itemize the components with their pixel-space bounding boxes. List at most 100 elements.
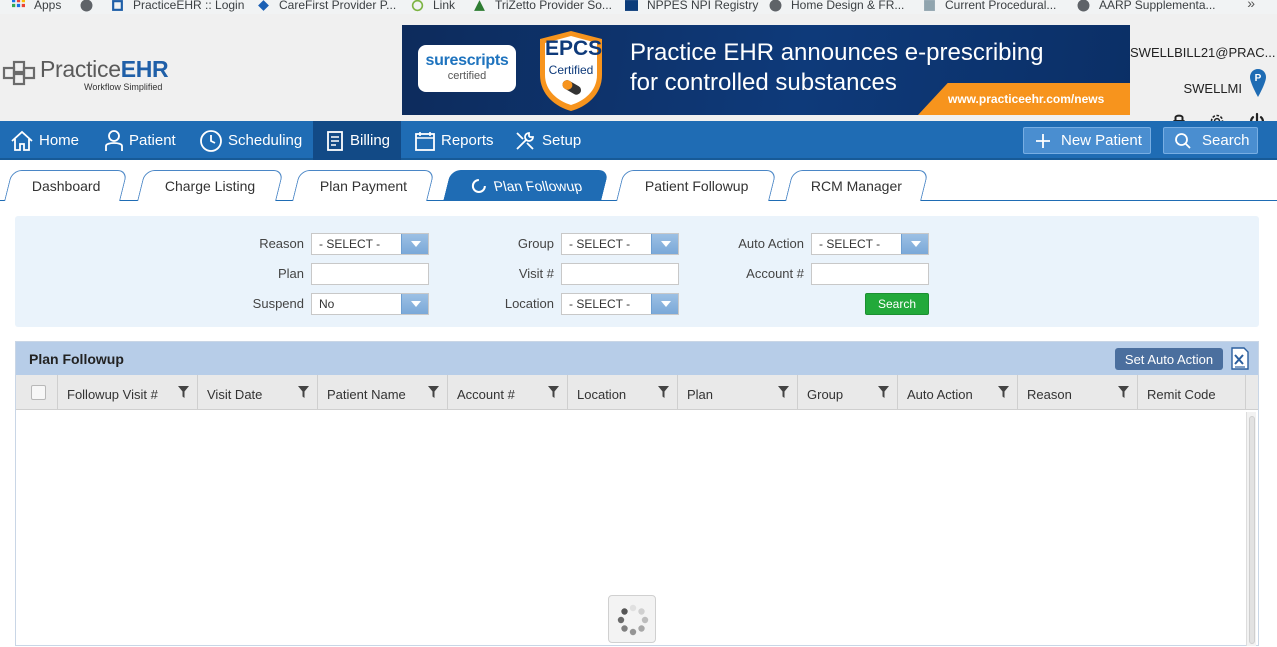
- filter-search-button[interactable]: Search: [865, 293, 929, 315]
- group-select[interactable]: - SELECT -: [561, 233, 679, 255]
- col-group[interactable]: Group: [798, 375, 898, 410]
- col-reason[interactable]: Reason: [1018, 375, 1138, 410]
- col-followup-visit[interactable]: Followup Visit #: [58, 375, 198, 410]
- home-icon: [11, 130, 33, 151]
- location-select[interactable]: - SELECT -: [561, 293, 679, 315]
- logo-text: PracticeEHR: [40, 56, 169, 82]
- chevron-down-icon[interactable]: [401, 234, 428, 254]
- filter-icon[interactable]: [998, 386, 1009, 398]
- col-remit-code[interactable]: Remit Code: [1138, 375, 1246, 410]
- chevron-down-icon[interactable]: [901, 234, 928, 254]
- col-auto-action[interactable]: Auto Action: [898, 375, 1018, 410]
- tab-patient-followup[interactable]: Patient Followup: [616, 170, 777, 201]
- col-plan[interactable]: Plan: [678, 375, 798, 410]
- chevron-down-icon[interactable]: [651, 294, 678, 314]
- banner-headline-1: Practice EHR announces e-prescribing: [630, 39, 1044, 66]
- bookmark-label: NPPES NPI Registry: [647, 0, 759, 12]
- user-icon: [105, 129, 123, 151]
- logo-tagline: Workflow Simplified: [84, 82, 163, 92]
- filter-icon[interactable]: [1118, 386, 1129, 398]
- tab-dashboard[interactable]: Dashboard: [4, 170, 128, 201]
- nav-label: Billing: [350, 132, 391, 149]
- bookmark-trizetto[interactable]: TriZetto Provider So...: [473, 0, 612, 14]
- filter-icon[interactable]: [658, 386, 669, 398]
- visit-input[interactable]: [561, 263, 679, 285]
- nav-label: Home: [39, 132, 80, 149]
- location-pin-icon[interactable]: P: [1249, 68, 1267, 98]
- suspend-label: Suspend: [252, 296, 304, 311]
- trizetto-icon: [474, 0, 485, 11]
- col-patient-name[interactable]: Patient Name: [318, 375, 448, 410]
- nav-label: Setup: [542, 132, 582, 149]
- logo-mark-icon: [2, 60, 36, 86]
- epcs-announcement-banner[interactable]: surescripts certified EPCS Certified Pra…: [402, 25, 1130, 115]
- reason-label: Reason: [259, 236, 304, 251]
- nav-setup[interactable]: Setup: [513, 121, 581, 160]
- tab-plan-payment[interactable]: Plan Payment: [292, 170, 435, 201]
- search-label: Search: [1202, 132, 1250, 149]
- surescripts-badge: surescripts certified: [418, 45, 516, 92]
- col-visit-date[interactable]: Visit Date: [198, 375, 318, 410]
- chevron-down-icon[interactable]: [651, 234, 678, 254]
- nav-reports[interactable]: Reports: [414, 121, 494, 160]
- surescripts-wordmark: surescripts: [425, 52, 509, 69]
- account-input[interactable]: [811, 263, 929, 285]
- grid-scrollbar[interactable]: [1246, 412, 1256, 646]
- nav-scheduling[interactable]: Scheduling: [199, 121, 302, 160]
- practiceehr-icon: [112, 0, 123, 11]
- nav-patient[interactable]: Patient: [104, 121, 176, 160]
- filter-icon[interactable]: [178, 386, 189, 398]
- user-name[interactable]: SWELLMI: [1183, 81, 1242, 96]
- col-location[interactable]: Location: [568, 375, 678, 410]
- filter-icon[interactable]: [878, 386, 889, 398]
- new-patient-button[interactable]: New Patient: [1023, 127, 1151, 154]
- search-icon: [1175, 132, 1191, 149]
- excel-export-icon[interactable]: [1230, 347, 1250, 370]
- calendar-icon: [415, 131, 435, 151]
- plan-input[interactable]: [311, 263, 429, 285]
- tab-charge-listing[interactable]: Charge Listing: [137, 170, 284, 201]
- link-icon: [411, 0, 424, 11]
- select-all-checkbox[interactable]: [31, 385, 46, 400]
- reason-select[interactable]: - SELECT -: [311, 233, 429, 255]
- filter-panel: Reason - SELECT - Plan Suspend No Group …: [15, 216, 1259, 327]
- bookmark-link[interactable]: Link: [411, 0, 455, 14]
- scrollbar-thumb[interactable]: [1249, 416, 1255, 644]
- search-button[interactable]: Search: [1163, 127, 1258, 154]
- user-panel: SWELLBILL21@PRAC... SWELLMI P: [1130, 28, 1277, 135]
- filter-icon[interactable]: [428, 386, 439, 398]
- suspend-select[interactable]: No: [311, 293, 429, 315]
- bookmark-label: Apps: [34, 0, 62, 12]
- nav-home[interactable]: Home: [10, 121, 79, 160]
- tab-label: Plan Followup: [491, 178, 584, 194]
- auto-action-select[interactable]: - SELECT -: [811, 233, 929, 255]
- bookmark-aarp[interactable]: AARP Supplementa...: [1077, 0, 1216, 14]
- nav-label: Scheduling: [228, 132, 303, 149]
- user-email: SWELLBILL21@PRAC...: [1130, 45, 1276, 60]
- filter-icon[interactable]: [778, 386, 789, 398]
- bookmark-practiceehr[interactable]: PracticeEHR :: Login: [111, 0, 244, 14]
- tab-rcm-manager[interactable]: RCM Manager: [785, 170, 929, 201]
- chevron-down-icon[interactable]: [401, 294, 428, 314]
- billing-tabs: Dashboard Charge Listing Plan Payment Pl…: [0, 162, 1277, 201]
- bookmark-home-design[interactable]: Home Design & FR...: [769, 0, 904, 14]
- practiceehr-logo[interactable]: PracticeEHR Workflow Simplified: [2, 56, 182, 92]
- pin-letter: P: [1255, 73, 1262, 84]
- filter-icon[interactable]: [548, 386, 559, 398]
- filter-icon[interactable]: [298, 386, 309, 398]
- bookmark-label: Link: [433, 0, 456, 12]
- location-label: Location: [504, 296, 554, 311]
- bookmark-apps[interactable]: Apps: [12, 0, 61, 14]
- col-account[interactable]: Account #: [448, 375, 568, 410]
- tab-plan-followup[interactable]: Plan Followup: [443, 170, 609, 201]
- bookmark-label: PracticeEHR :: Login: [133, 0, 245, 12]
- set-auto-action-button[interactable]: Set Auto Action: [1115, 348, 1223, 370]
- loading-spinner: [608, 595, 656, 643]
- bookmark-carefirst[interactable]: CareFirst Provider P...: [257, 0, 396, 14]
- bookmark-nppes[interactable]: NPPES NPI Registry: [625, 0, 758, 14]
- bookmark-cpt[interactable]: Current Procedural...: [923, 0, 1056, 14]
- app-header: PracticeEHR Workflow Simplified surescri…: [0, 14, 1277, 129]
- bookmark-globe[interactable]: [80, 0, 102, 14]
- bookmarks-overflow-chevron-icon[interactable]: »: [1247, 0, 1255, 11]
- nav-billing[interactable]: Billing: [313, 121, 401, 160]
